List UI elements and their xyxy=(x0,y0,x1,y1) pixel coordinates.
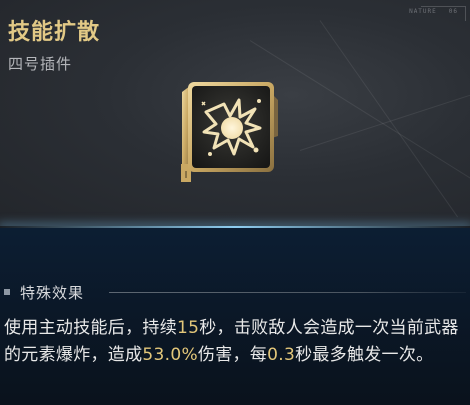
desc-text: 秒最多触发一次。 xyxy=(295,345,434,365)
section-rule xyxy=(109,292,466,293)
skill-slot: 四号插件 xyxy=(8,55,73,73)
section-title: 特殊效果 xyxy=(20,284,85,302)
background-line xyxy=(319,20,459,218)
section-bullet-icon xyxy=(4,289,10,295)
section-header-special-effect: 特殊效果 xyxy=(4,283,466,302)
explosion-burst-icon: l xyxy=(176,76,286,188)
corner-tag-index: 06 xyxy=(448,8,458,15)
effect-panel: 特殊效果 使用主动技能后，持续15秒，击败敌人会造成一次当前武器的元素爆炸，造成… xyxy=(0,228,470,405)
skill-name: 技能扩散 xyxy=(8,20,101,45)
desc-text: 使用主动技能后，持续 xyxy=(4,318,177,338)
duration-value: 15 xyxy=(177,318,200,338)
damage-value: 53.0% xyxy=(142,345,198,365)
skill-header-panel: NATURE 06 技能扩散 四号插件 l xyxy=(0,0,470,226)
desc-text: 伤害，每 xyxy=(197,345,268,365)
corner-tag-code: NATURE xyxy=(409,8,437,15)
svg-text:l: l xyxy=(185,171,188,181)
cooldown-value: 0.3 xyxy=(267,345,296,365)
corner-tag: NATURE 06 xyxy=(409,8,458,15)
effect-description: 使用主动技能后，持续15秒，击败敌人会造成一次当前武器的元素爆炸，造成53.0%… xyxy=(4,315,464,369)
background-line xyxy=(299,88,470,151)
